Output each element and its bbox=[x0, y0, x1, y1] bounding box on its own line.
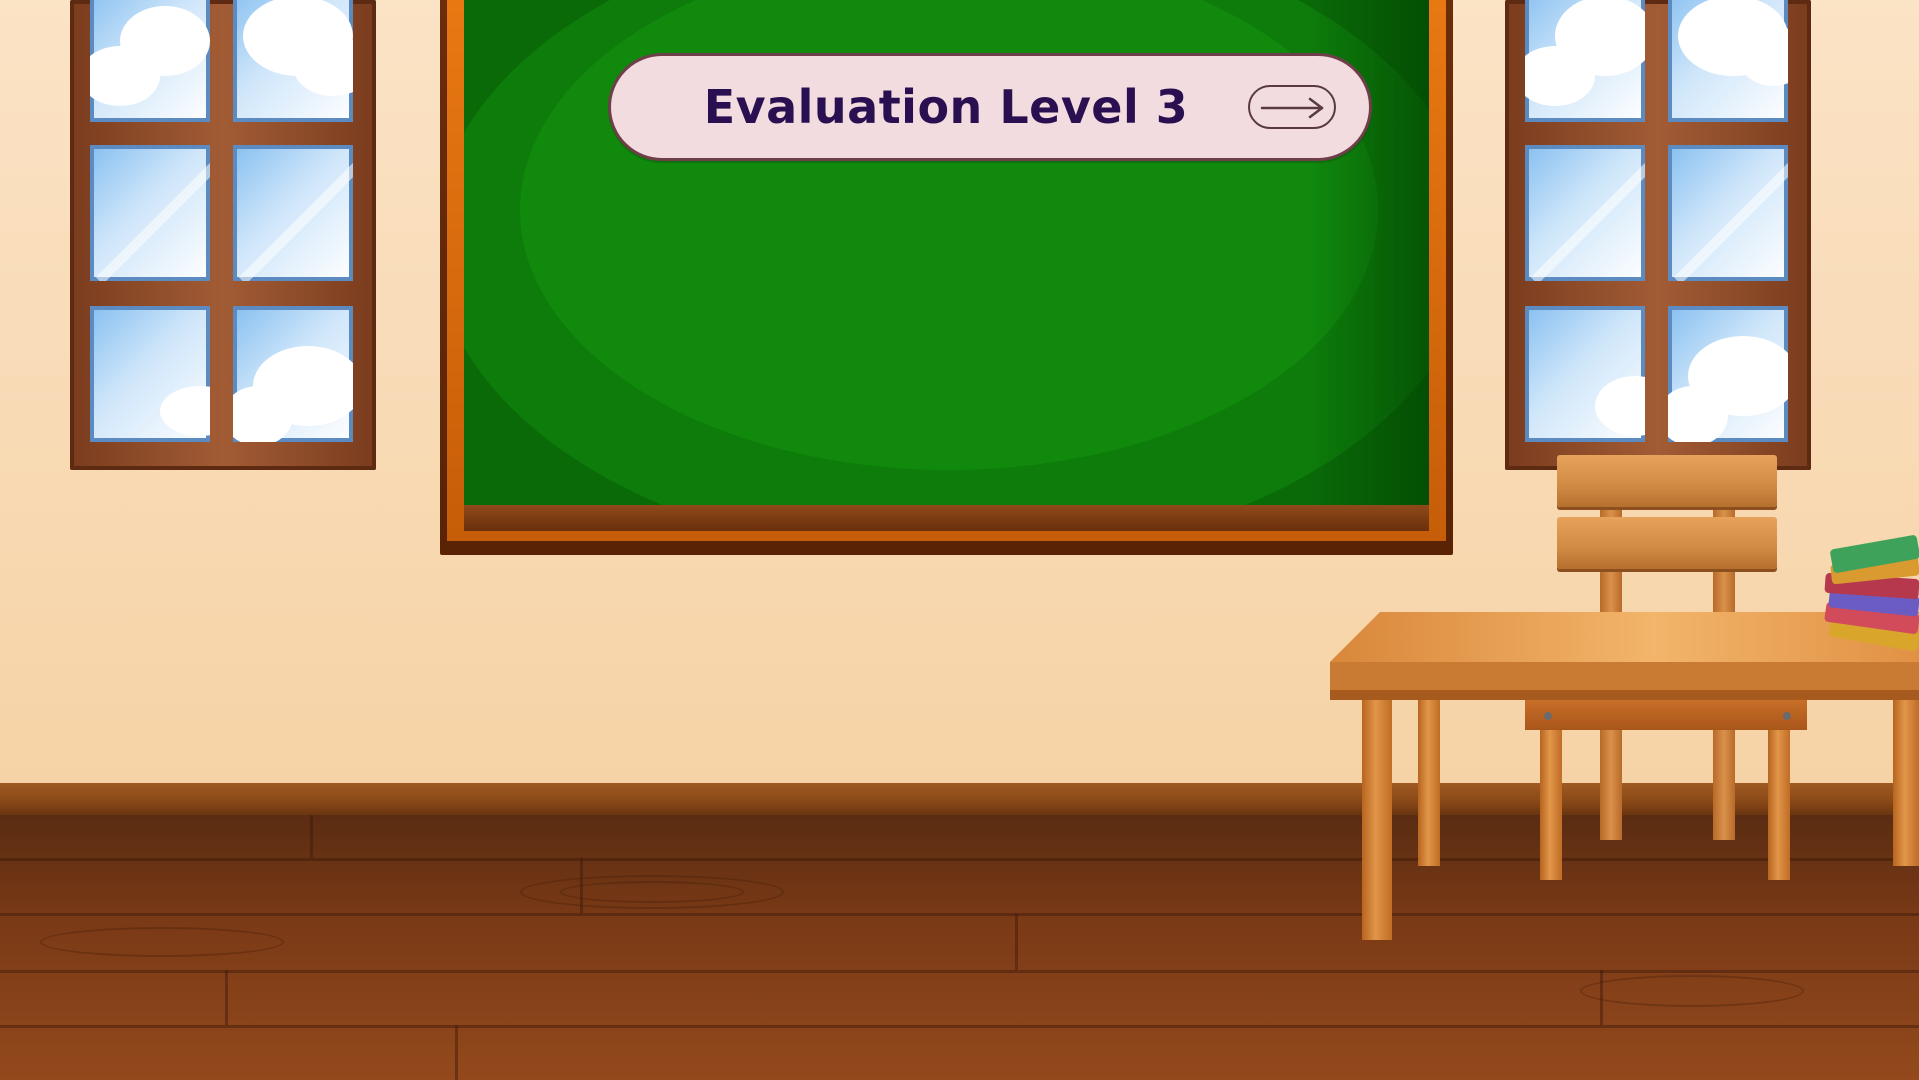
chalk-ledge bbox=[464, 505, 1429, 531]
left-window bbox=[70, 0, 376, 470]
book-stack bbox=[1824, 534, 1919, 652]
next-button[interactable] bbox=[1248, 85, 1336, 129]
right-window bbox=[1505, 0, 1811, 470]
arrow-right-icon bbox=[1260, 97, 1324, 119]
page-title: Evaluation Level 3 bbox=[703, 80, 1189, 134]
baseboard bbox=[0, 783, 1919, 815]
wooden-floor bbox=[0, 815, 1919, 1080]
